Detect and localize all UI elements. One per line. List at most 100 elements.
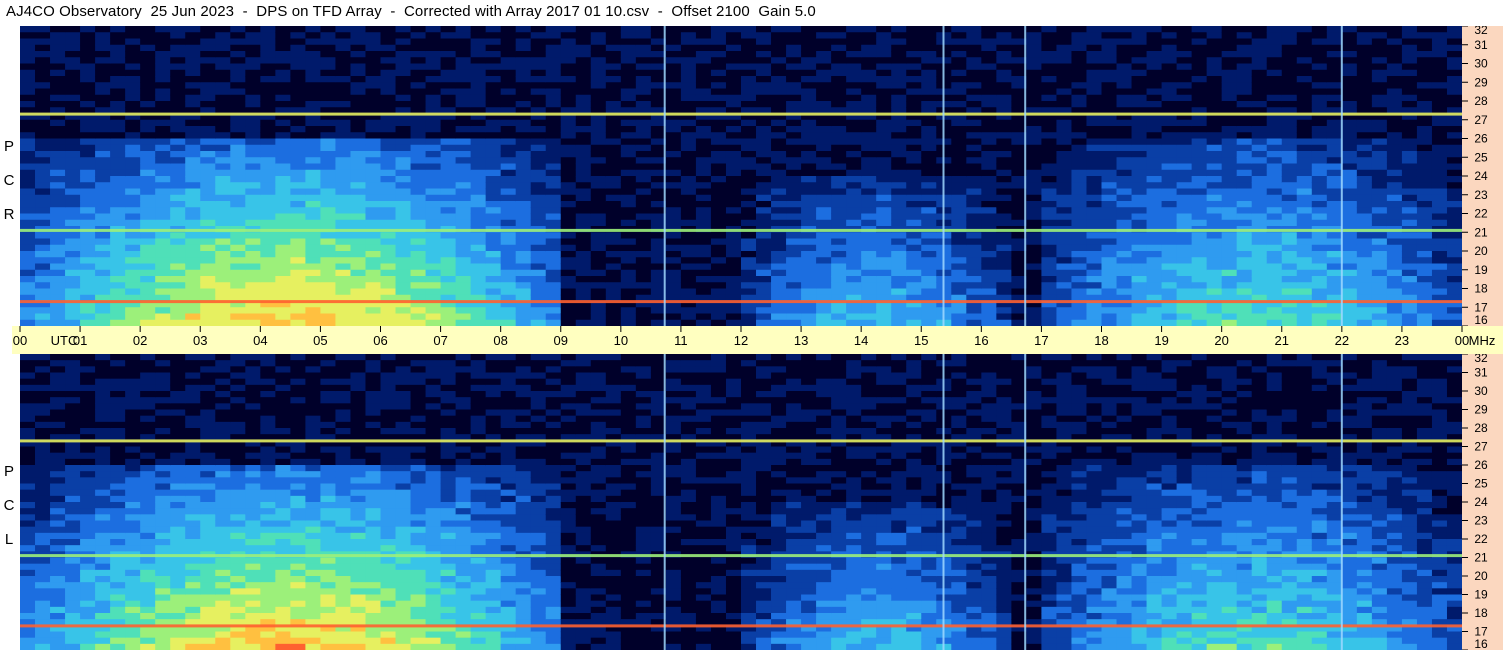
heatmap-cell bbox=[1446, 88, 1462, 96]
x-tick-label: 11 bbox=[674, 333, 688, 348]
heatmap-cell bbox=[786, 38, 802, 46]
heatmap-cell bbox=[80, 557, 96, 565]
heatmap-cell bbox=[1356, 244, 1373, 252]
heatmap-cell bbox=[981, 82, 997, 90]
heatmap-cell bbox=[876, 182, 892, 190]
heatmap-cell bbox=[1116, 126, 1133, 133]
heatmap-cell bbox=[1431, 176, 1448, 183]
heatmap-cell bbox=[305, 176, 322, 183]
y-tick-label: 32 bbox=[1474, 26, 1488, 37]
heatmap-cell bbox=[290, 144, 306, 152]
heatmap-cell bbox=[1431, 32, 1448, 40]
heatmap-cell bbox=[575, 63, 592, 71]
heatmap-cell bbox=[125, 57, 141, 65]
heatmap-cell bbox=[1326, 313, 1343, 321]
x-tick-label: 13 bbox=[794, 333, 808, 348]
heatmap-cell bbox=[140, 57, 156, 65]
heatmap-cell bbox=[380, 32, 397, 40]
heatmap-cell bbox=[560, 182, 577, 190]
heatmap-cell bbox=[80, 397, 96, 404]
heatmap-cell bbox=[605, 313, 622, 321]
heatmap-cell bbox=[1056, 207, 1073, 215]
heatmap-cell bbox=[771, 82, 787, 90]
heatmap-cell bbox=[515, 282, 532, 290]
heatmap-cell bbox=[80, 514, 96, 522]
heatmap-cell bbox=[1131, 207, 1148, 215]
heatmap-cell bbox=[1416, 132, 1433, 140]
heatmap-cell bbox=[1356, 288, 1373, 296]
heatmap-cell bbox=[1311, 44, 1328, 52]
heatmap-cell bbox=[395, 69, 412, 77]
heatmap-cell bbox=[260, 132, 276, 140]
heatmap-cell bbox=[575, 244, 592, 252]
heatmap-cell bbox=[966, 76, 982, 83]
heatmap-cell bbox=[1266, 313, 1283, 321]
heatmap-cell bbox=[1266, 138, 1283, 146]
heatmap-cell bbox=[1191, 144, 1208, 152]
heatmap-cell bbox=[65, 588, 81, 596]
heatmap-cell bbox=[95, 26, 111, 33]
heatmap-cell bbox=[861, 219, 877, 227]
heatmap-cell bbox=[1101, 76, 1118, 83]
heatmap-cell bbox=[20, 44, 36, 52]
heatmap-cell bbox=[981, 144, 997, 152]
x-tick-label: 07 bbox=[433, 333, 447, 348]
heatmap-cell bbox=[410, 76, 427, 83]
heatmap-cell bbox=[1161, 169, 1178, 177]
heatmap-cell bbox=[710, 269, 727, 277]
heatmap-cell bbox=[695, 69, 712, 77]
heatmap-cell bbox=[65, 232, 81, 240]
heatmap-cell bbox=[140, 157, 156, 165]
heatmap-cell bbox=[756, 238, 772, 246]
heatmap-cell bbox=[80, 57, 96, 65]
heatmap-cell bbox=[1041, 94, 1058, 102]
heatmap-cell bbox=[35, 151, 51, 158]
heatmap-cell bbox=[1056, 76, 1073, 83]
heatmap-cell bbox=[35, 238, 51, 246]
heatmap-cell bbox=[1221, 63, 1238, 71]
heatmap-cell bbox=[1311, 82, 1328, 90]
heatmap-cell bbox=[695, 263, 712, 271]
heatmap-cell bbox=[260, 94, 276, 102]
heatmap-cell bbox=[771, 51, 787, 58]
heatmap-cell bbox=[50, 163, 66, 171]
heatmap-cell bbox=[110, 32, 126, 40]
heatmap-cell bbox=[155, 263, 171, 271]
heatmap-cell bbox=[425, 44, 442, 52]
heatmap-cell bbox=[590, 307, 607, 315]
heatmap-cell bbox=[1041, 63, 1058, 71]
heatmap-cell bbox=[816, 26, 832, 33]
vertical-marker bbox=[1340, 26, 1343, 326]
heatmap-cell bbox=[680, 176, 697, 183]
heatmap-cell bbox=[951, 201, 967, 208]
heatmap-cell bbox=[35, 465, 51, 472]
heatmap-cell bbox=[906, 44, 922, 52]
heatmap-cell bbox=[921, 132, 937, 140]
heatmap-cell bbox=[725, 194, 742, 202]
heatmap-cell bbox=[1176, 263, 1193, 271]
heatmap-cell bbox=[1326, 163, 1343, 171]
heatmap-cell bbox=[110, 51, 126, 58]
heatmap-cell bbox=[906, 82, 922, 90]
heatmap-cell bbox=[906, 182, 922, 190]
heatmap-cell bbox=[35, 360, 51, 367]
heatmap-cell bbox=[786, 119, 802, 127]
heatmap-cell bbox=[786, 88, 802, 96]
heatmap-cell bbox=[500, 38, 517, 46]
heatmap-cell bbox=[1116, 188, 1133, 196]
heatmap-cell bbox=[665, 82, 682, 90]
heatmap-cell bbox=[1161, 63, 1178, 71]
heatmap-cell bbox=[1401, 94, 1418, 102]
heatmap-cell bbox=[245, 76, 261, 83]
heatmap-cell bbox=[335, 194, 352, 202]
heatmap-cell bbox=[981, 76, 997, 83]
heatmap-cell bbox=[695, 307, 712, 315]
heatmap-cell bbox=[290, 188, 306, 196]
heatmap-cell bbox=[470, 44, 487, 52]
heatmap-cell bbox=[1041, 288, 1058, 296]
heatmap-cell bbox=[200, 201, 216, 208]
heatmap-cell bbox=[95, 276, 111, 283]
heatmap-cell bbox=[260, 238, 276, 246]
heatmap-cell bbox=[1101, 132, 1118, 140]
heatmap-cell bbox=[710, 88, 727, 96]
